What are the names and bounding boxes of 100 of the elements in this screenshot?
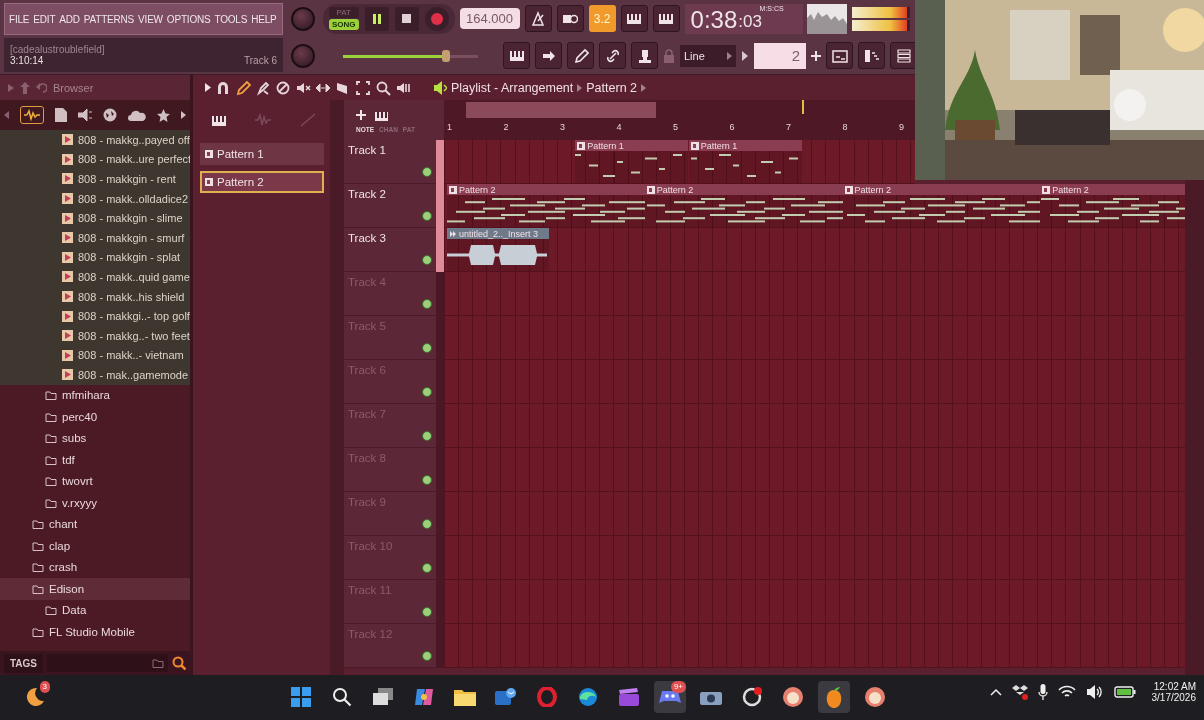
menu-item[interactable]: HELP xyxy=(251,13,277,25)
track-header[interactable]: Track 1 xyxy=(344,140,436,184)
tags-field[interactable] xyxy=(47,654,168,672)
browser-item[interactable]: 808 - makkgin - rent xyxy=(0,169,190,189)
chevron-up-icon[interactable] xyxy=(989,688,1002,696)
browser-item[interactable]: FL Studio Mobile xyxy=(0,621,190,643)
browser-item[interactable]: 808 - makk..olldadice2 xyxy=(0,188,190,209)
cloud-icon[interactable] xyxy=(128,109,146,121)
mode-toggle[interactable]: SONG xyxy=(329,19,359,30)
daw-app-icon[interactable] xyxy=(818,681,850,713)
pattern-clip[interactable]: Pattern 2 xyxy=(644,184,843,227)
browser-item[interactable]: 808 - makkgin - splat xyxy=(0,247,190,268)
box-icon[interactable] xyxy=(1011,684,1028,700)
pattern-item[interactable]: Pattern 1 xyxy=(200,143,324,165)
pattern-item[interactable]: Pattern 2 xyxy=(200,171,324,193)
clip-label[interactable]: Pattern 1 xyxy=(688,140,802,151)
play-icon[interactable] xyxy=(205,83,211,92)
menu-item[interactable]: FILE xyxy=(9,13,30,25)
browser-item[interactable]: subs xyxy=(0,427,190,450)
track-enable-icon[interactable] xyxy=(422,431,432,441)
menu-item[interactable]: TOOLS xyxy=(214,13,248,25)
pattern-clip[interactable]: Pattern 2 xyxy=(447,184,645,227)
browser-item[interactable]: 808 - makkg..payed off xyxy=(0,130,190,150)
globe-icon[interactable] xyxy=(103,108,117,122)
left-icon[interactable] xyxy=(4,111,9,119)
current-pattern[interactable]: Pattern 2 xyxy=(586,80,637,95)
track-enable-icon[interactable] xyxy=(422,211,432,221)
channel-rack-button[interactable] xyxy=(890,42,917,69)
star-icon[interactable] xyxy=(157,108,170,122)
browser-item[interactable]: 808 - makk..quid game xyxy=(0,267,190,287)
clip-label[interactable]: untitled_2.._Insert 3 xyxy=(447,228,549,239)
track-enable-icon[interactable] xyxy=(422,299,432,309)
piano-loop-button[interactable] xyxy=(652,5,680,32)
track-enable-icon[interactable] xyxy=(422,475,432,485)
browser-item[interactable]: crash xyxy=(0,556,190,579)
pattern-number-field[interactable]: 2 xyxy=(754,42,806,69)
track-enable-icon[interactable] xyxy=(422,255,432,265)
chat-app-icon[interactable]: 9+ xyxy=(654,681,686,713)
clip-label[interactable]: Pattern 2 xyxy=(447,184,645,195)
browser-item[interactable]: v.rxyyy xyxy=(0,492,190,514)
track-enable-icon[interactable] xyxy=(422,519,432,529)
browser-item[interactable]: perc40 xyxy=(0,406,190,428)
track-enable-icon[interactable] xyxy=(422,563,432,573)
volume-slider[interactable] xyxy=(343,49,478,62)
snap-select[interactable]: Line xyxy=(680,44,736,67)
track-lane[interactable]: Pattern 1 Pattern 1 xyxy=(444,140,915,184)
microphone-icon[interactable] xyxy=(1037,684,1048,700)
track-header[interactable]: Track 3 xyxy=(344,228,436,272)
playlist-button[interactable] xyxy=(826,42,853,69)
browser-item[interactable]: 808 - makk..his shield xyxy=(0,286,190,307)
wait-button[interactable] xyxy=(556,5,584,32)
menu-item[interactable]: OPTIONS xyxy=(166,13,211,25)
plus-icon[interactable] xyxy=(811,50,821,61)
piano-roll-button[interactable] xyxy=(858,42,885,69)
track-lane[interactable]: untitled_2.._Insert 3 xyxy=(444,228,1185,272)
menu-item[interactable]: PATTERNS xyxy=(83,13,135,25)
select-icon[interactable] xyxy=(355,79,371,96)
browser-item[interactable]: 808 - makk..- vietnam xyxy=(0,345,190,366)
scrollbar[interactable] xyxy=(1185,180,1204,675)
browser-item[interactable]: 808 - makkgin - smurf xyxy=(0,227,190,248)
browser-item[interactable]: chant xyxy=(0,513,190,536)
track-enable-icon[interactable] xyxy=(422,387,432,397)
document-icon[interactable] xyxy=(55,108,67,122)
magnet-icon[interactable] xyxy=(215,79,231,96)
browser-item[interactable]: Edison xyxy=(0,578,190,600)
tags-button[interactable]: TAGS xyxy=(4,653,44,673)
delete-icon[interactable] xyxy=(275,79,291,96)
browser-item[interactable]: clap xyxy=(0,535,190,557)
keyboard-button[interactable] xyxy=(503,42,530,69)
clip-label[interactable]: Pattern 1 xyxy=(575,140,689,151)
speaker-icon[interactable] xyxy=(1085,685,1104,699)
record-button[interactable] xyxy=(424,6,449,31)
clock[interactable]: 12:02 AM 3/17/2026 xyxy=(1151,681,1196,703)
scrollbar[interactable] xyxy=(330,100,344,675)
audio-tab[interactable] xyxy=(20,106,44,124)
piano-icon[interactable] xyxy=(211,113,228,127)
track-enable-icon[interactable] xyxy=(422,167,432,177)
track-lane[interactable]: Pattern 2 Pattern 2 Pattern 2 Pattern 2 xyxy=(444,184,1185,228)
plug-icon[interactable] xyxy=(78,109,92,121)
browser-item[interactable]: 808 - makkg..- two feet xyxy=(0,325,190,346)
browser-item[interactable]: 808 - makkgin - slime xyxy=(0,208,190,228)
menu-item[interactable]: ADD xyxy=(59,13,80,25)
track-enable-icon[interactable] xyxy=(422,651,432,661)
search-icon[interactable] xyxy=(172,656,186,670)
stamp-button[interactable] xyxy=(631,42,658,69)
brush-icon[interactable] xyxy=(255,79,271,96)
wifi-icon[interactable] xyxy=(1057,685,1076,699)
pattern-prev-icon[interactable] xyxy=(741,50,749,61)
browser-item[interactable]: mfmihara xyxy=(0,384,190,407)
clip-label[interactable]: Pattern 2 xyxy=(842,184,1041,195)
add-track-icon[interactable] xyxy=(356,110,366,120)
audio-clip[interactable]: untitled_2.._Insert 3 xyxy=(447,228,549,271)
tempo-field[interactable]: 164.000 xyxy=(459,8,520,29)
battery-icon[interactable] xyxy=(1113,686,1136,698)
browser-item[interactable]: 808 - mak..gamemode xyxy=(0,365,190,385)
menu-item[interactable]: VIEW xyxy=(138,13,163,25)
browser-item[interactable]: Data xyxy=(0,599,190,622)
track-enable-icon[interactable] xyxy=(422,343,432,353)
track-enable-icon[interactable] xyxy=(422,607,432,617)
pencil-button[interactable] xyxy=(567,42,594,69)
